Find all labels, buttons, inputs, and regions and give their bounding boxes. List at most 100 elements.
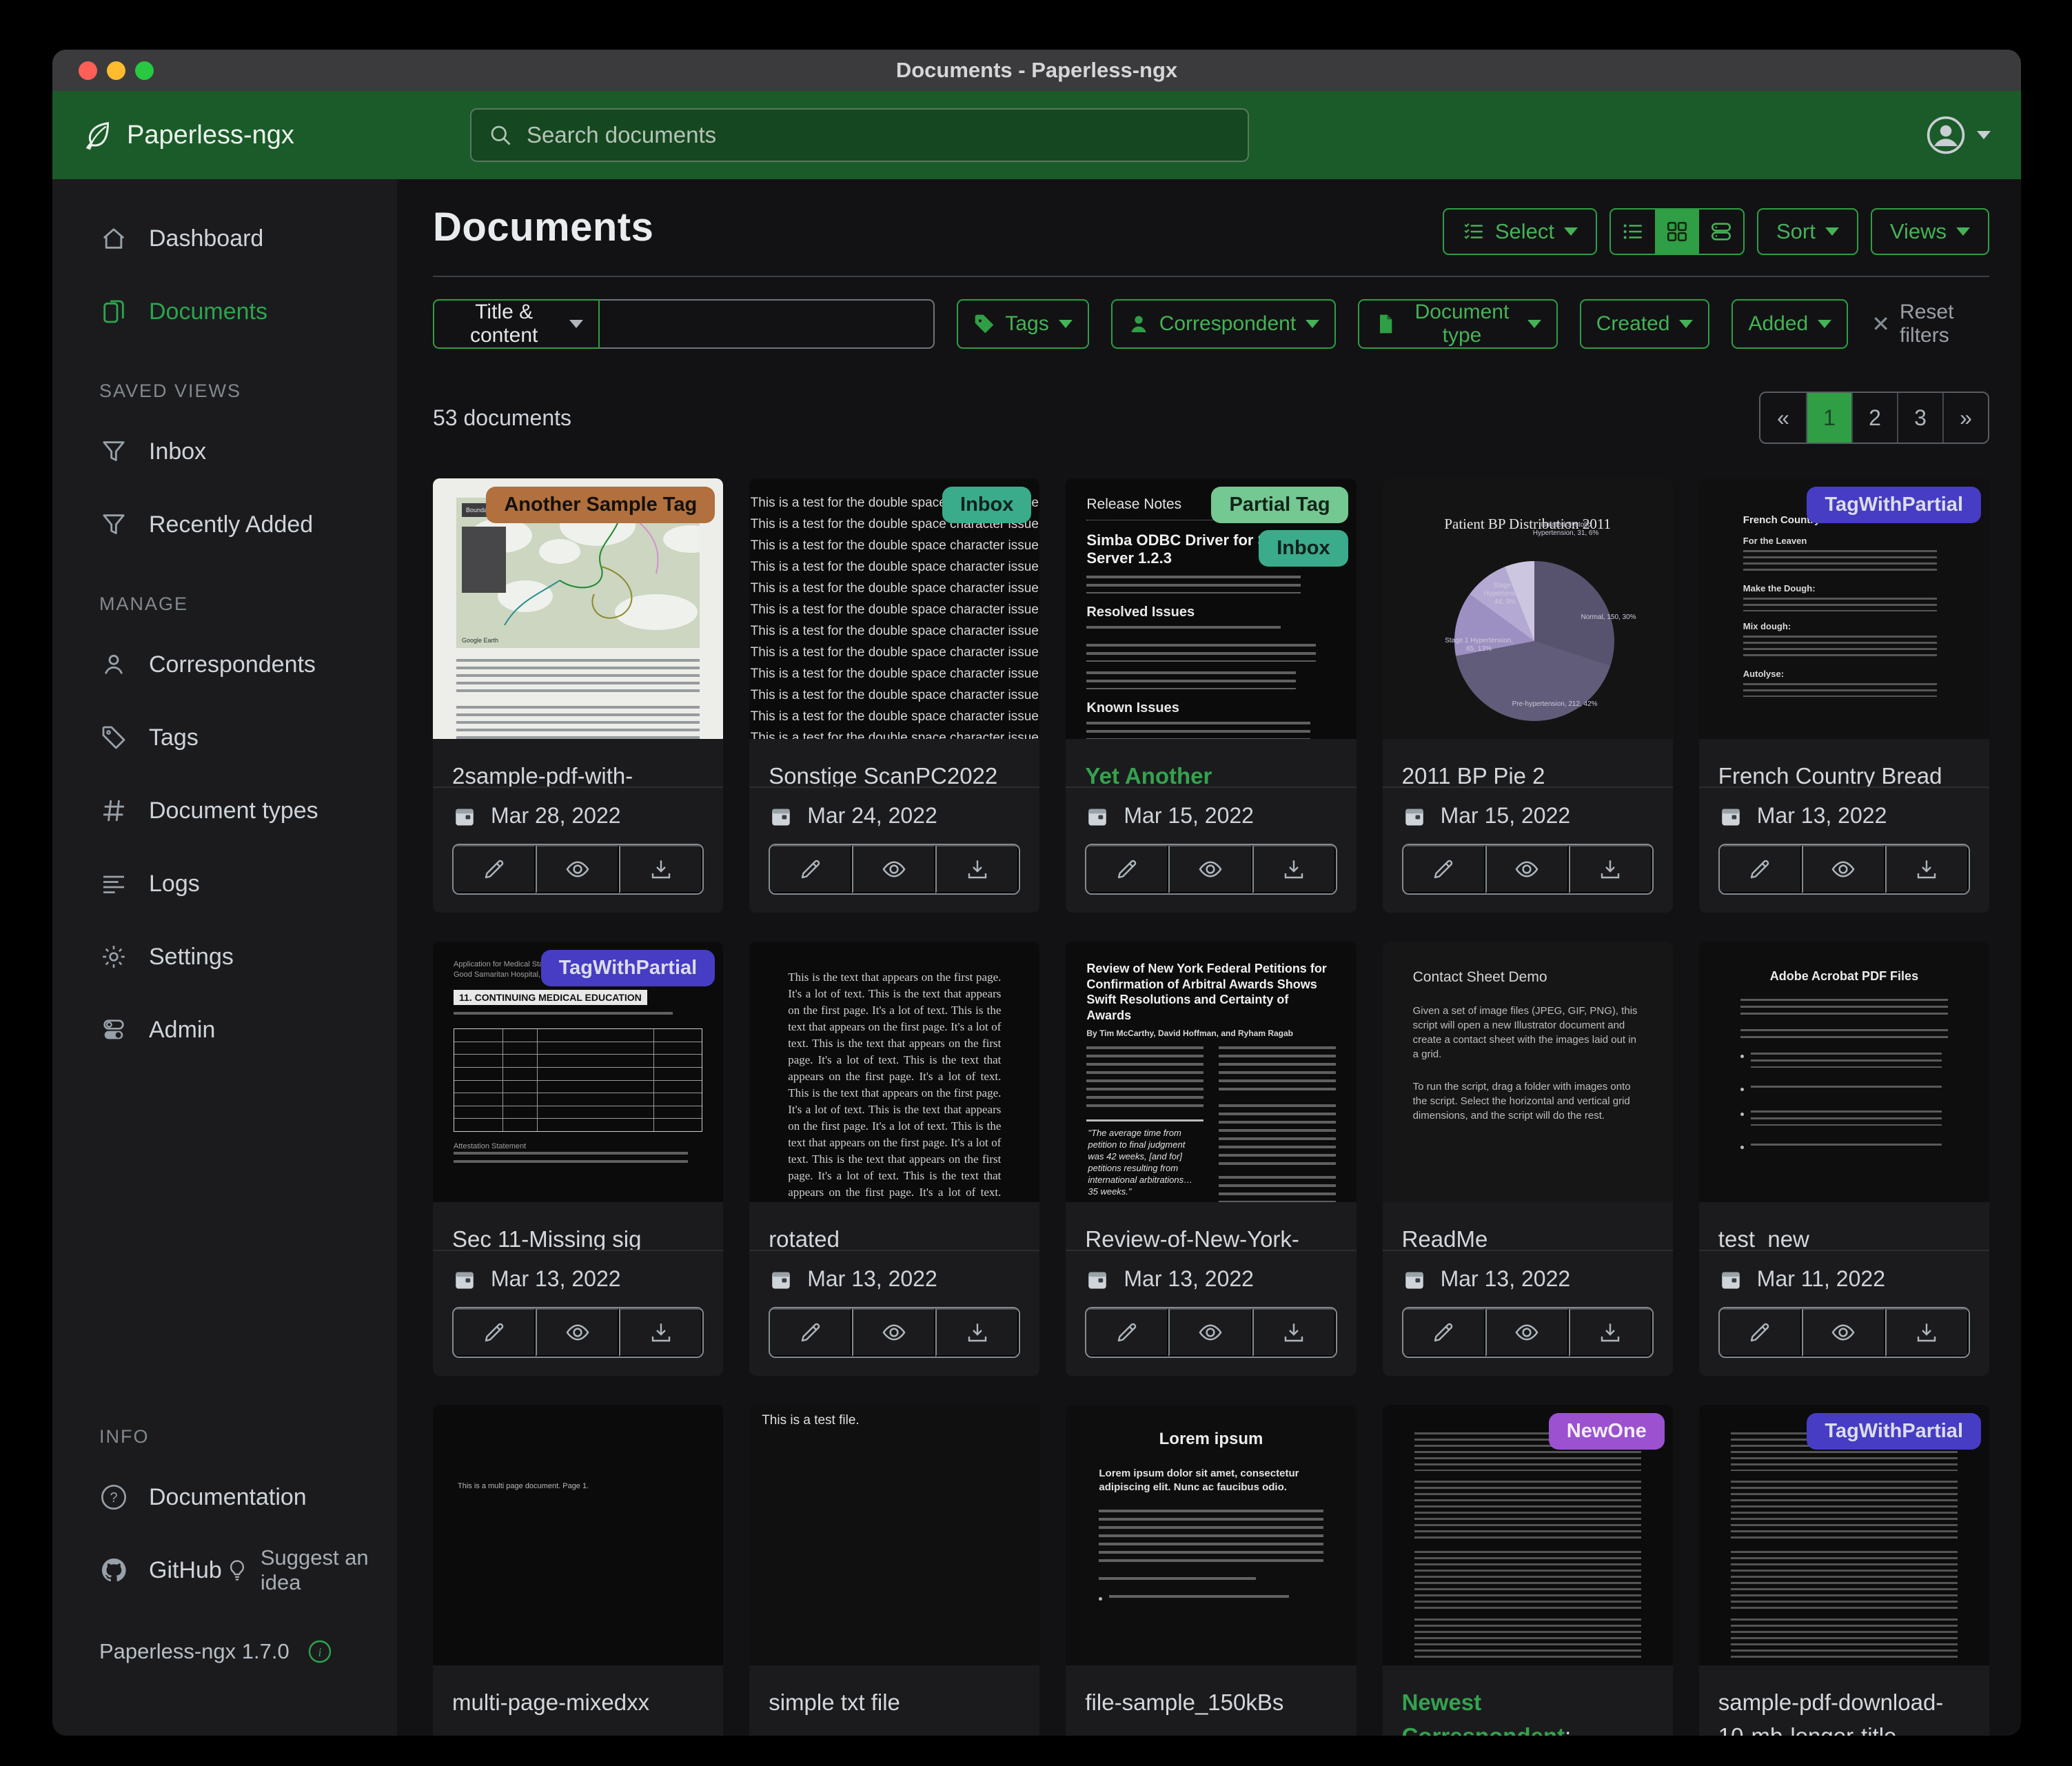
- detail-view-button[interactable]: [1699, 210, 1743, 254]
- download-document-button[interactable]: [1569, 845, 1652, 893]
- edit-document-button[interactable]: [454, 1308, 536, 1357]
- edit-document-button[interactable]: [1403, 1308, 1485, 1357]
- download-document-button[interactable]: [619, 845, 702, 893]
- document-card[interactable]: This is a test file.simple txt file: [749, 1405, 1039, 1736]
- pagination-page-1[interactable]: 1: [1806, 393, 1851, 443]
- view-document-button[interactable]: [536, 1308, 619, 1357]
- document-card[interactable]: Contact Sheet DemoGiven a set of image f…: [1383, 942, 1673, 1376]
- document-title[interactable]: 2sample-pdf-with-images: [433, 739, 723, 786]
- list-view-button[interactable]: [1611, 210, 1655, 254]
- document-title[interactable]: Newest Correspondent: f_combineds: [1383, 1665, 1673, 1736]
- saved-view-item-recently-added[interactable]: Recently Added: [52, 496, 397, 554]
- select-button[interactable]: Select: [1443, 208, 1597, 255]
- pagination-page-3[interactable]: 3: [1897, 393, 1942, 443]
- document-title[interactable]: French Country Bread Revised.docx: [1699, 739, 1989, 786]
- document-card[interactable]: Release NotesSimba ODBC Driver for SQL S…: [1066, 478, 1356, 913]
- download-document-button[interactable]: [935, 845, 1019, 893]
- view-document-button[interactable]: [1168, 1308, 1252, 1357]
- title-content-filter-input[interactable]: [600, 299, 935, 349]
- view-document-button[interactable]: [1485, 845, 1569, 893]
- title-content-filter-button[interactable]: Title & content: [433, 299, 600, 349]
- saved-view-item-inbox[interactable]: Inbox: [52, 423, 397, 480]
- user-menu-caret-icon[interactable]: [1977, 131, 1991, 139]
- user-avatar-icon[interactable]: [1926, 115, 1966, 155]
- document-card[interactable]: TagWithPartialsample-pdf-download-10-mb-…: [1699, 1405, 1989, 1736]
- view-document-button[interactable]: [1802, 845, 1885, 893]
- tags-filter-button[interactable]: Tags: [957, 299, 1088, 349]
- tag-badge[interactable]: Inbox: [1259, 530, 1348, 567]
- document-title[interactable]: 2011 BP Pie 2: [1383, 739, 1673, 786]
- document-title[interactable]: multi-page-mixedxx: [433, 1665, 723, 1736]
- document-card[interactable]: Application for Medical Staff MembersGoo…: [433, 942, 723, 1376]
- edit-document-button[interactable]: [1086, 1308, 1168, 1357]
- reset-filters-button[interactable]: ✕ Reset filters: [1871, 301, 1989, 347]
- document-correspondent-link[interactable]: Newest Correspondent: [1402, 1689, 1565, 1736]
- download-document-button[interactable]: [1885, 845, 1969, 893]
- document-card[interactable]: NewOne Newest Correspondent: f_combineds: [1383, 1405, 1673, 1736]
- manage-item-correspondents[interactable]: Correspondents: [52, 636, 397, 693]
- download-document-button[interactable]: [1252, 845, 1336, 893]
- edit-document-button[interactable]: [770, 1308, 852, 1357]
- pagination-page-2[interactable]: 2: [1851, 393, 1897, 443]
- correspondent-filter-button[interactable]: Correspondent: [1111, 299, 1336, 349]
- document-title[interactable]: ReadMe: [1383, 1202, 1673, 1250]
- document-title[interactable]: rotated: [749, 1202, 1039, 1250]
- tag-badge[interactable]: TagWithPartial: [1807, 1413, 1981, 1450]
- document-card[interactable]: French Country BreadFor the LeavenMake t…: [1699, 478, 1989, 913]
- info-circle-icon[interactable]: i: [307, 1639, 332, 1664]
- edit-document-button[interactable]: [1403, 845, 1485, 893]
- tag-badge[interactable]: Inbox: [942, 487, 1031, 523]
- tag-badge[interactable]: Partial Tag: [1211, 487, 1348, 523]
- pagination-next-button[interactable]: »: [1942, 393, 1988, 443]
- document-type-filter-button[interactable]: Document type: [1358, 299, 1558, 349]
- download-document-button[interactable]: [619, 1308, 702, 1357]
- created-filter-button[interactable]: Created: [1580, 299, 1710, 349]
- tag-badge[interactable]: Another Sample Tag: [486, 487, 715, 523]
- brand[interactable]: Paperless-ngx: [83, 119, 407, 151]
- download-document-button[interactable]: [1252, 1308, 1336, 1357]
- document-card[interactable]: This is a test for the double space char…: [749, 478, 1039, 913]
- added-filter-button[interactable]: Added: [1731, 299, 1848, 349]
- tag-badge[interactable]: TagWithPartial: [541, 950, 715, 986]
- document-card[interactable]: Patient BP Distribution 2011Isolated Sys…: [1383, 478, 1673, 913]
- document-card[interactable]: Adobe Acrobat PDF Filestest_newMar 11, 2…: [1699, 942, 1989, 1376]
- document-card[interactable]: Lorem ipsumLorem ipsum dolor sit amet, c…: [1066, 1405, 1356, 1736]
- document-title[interactable]: Sec 11-Missing sig: [433, 1202, 723, 1250]
- sidebar-item-github[interactable]: GitHub: [52, 1541, 222, 1599]
- document-correspondent-link[interactable]: Yet Another Correspondent: [1085, 763, 1248, 786]
- edit-document-button[interactable]: [1720, 845, 1802, 893]
- view-document-button[interactable]: [1802, 1308, 1885, 1357]
- view-document-button[interactable]: [1485, 1308, 1569, 1357]
- download-document-button[interactable]: [1885, 1308, 1969, 1357]
- sidebar-item-dashboard[interactable]: Dashboard: [52, 210, 397, 267]
- edit-document-button[interactable]: [454, 845, 536, 893]
- global-search[interactable]: [470, 108, 1249, 162]
- edit-document-button[interactable]: [1720, 1308, 1802, 1357]
- edit-document-button[interactable]: [770, 845, 852, 893]
- sidebar-item-documents[interactable]: Documents: [52, 283, 397, 341]
- document-title[interactable]: Review-of-New-York-Federal-Petitions-art…: [1066, 1202, 1356, 1250]
- tag-badge[interactable]: NewOne: [1549, 1413, 1665, 1450]
- views-button[interactable]: Views: [1871, 208, 1989, 255]
- view-document-button[interactable]: [852, 1308, 935, 1357]
- document-title[interactable]: simple txt file: [749, 1665, 1039, 1736]
- edit-document-button[interactable]: [1086, 845, 1168, 893]
- grid-view-button[interactable]: [1655, 210, 1699, 254]
- view-document-button[interactable]: [1168, 845, 1252, 893]
- search-input[interactable]: [527, 122, 1231, 148]
- pagination-prev-button[interactable]: «: [1760, 393, 1806, 443]
- document-title[interactable]: file-sample_150kBs: [1066, 1665, 1356, 1736]
- manage-item-settings[interactable]: Settings: [52, 928, 397, 986]
- document-title[interactable]: Sonstige ScanPC2022 03-24_081058: [749, 739, 1039, 786]
- document-title[interactable]: test_new: [1699, 1202, 1989, 1250]
- document-card[interactable]: This is a multi page document. Page 1.mu…: [433, 1405, 723, 1736]
- download-document-button[interactable]: [1569, 1308, 1652, 1357]
- document-title[interactable]: Yet Another Correspondent: Testing Email: [1066, 739, 1356, 786]
- manage-item-tags[interactable]: Tags: [52, 709, 397, 767]
- download-document-button[interactable]: [935, 1308, 1019, 1357]
- view-document-button[interactable]: [852, 845, 935, 893]
- manage-item-document-types[interactable]: Document types: [52, 782, 397, 840]
- document-card[interactable]: This is the text that appears on the fir…: [749, 942, 1039, 1376]
- sidebar-item-documentation[interactable]: ? Documentation: [52, 1468, 397, 1526]
- tag-badge[interactable]: TagWithPartial: [1807, 487, 1981, 523]
